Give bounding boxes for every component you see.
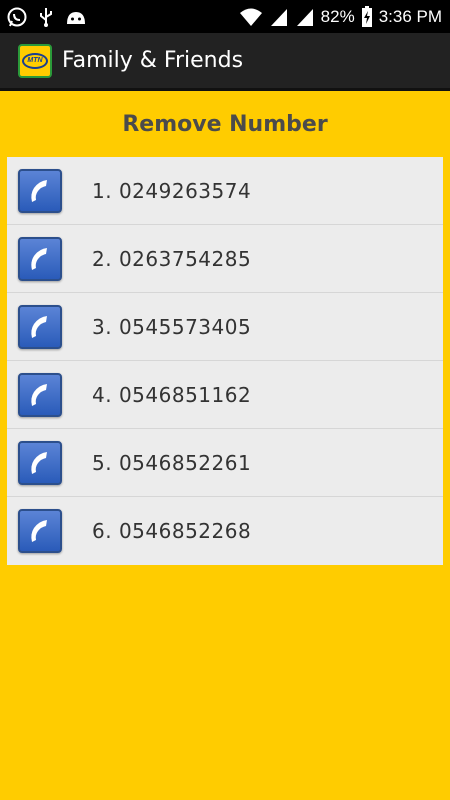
phone-icon xyxy=(18,509,62,553)
wifi-icon xyxy=(239,7,263,27)
usb-icon xyxy=(38,6,54,28)
page-heading: Remove Number xyxy=(122,112,328,137)
app-title: Family & Friends xyxy=(62,48,244,73)
android-icon xyxy=(64,8,88,26)
list-item[interactable]: 6. 0546852268 xyxy=(7,497,443,565)
list-item[interactable]: 2. 0263754285 xyxy=(7,225,443,293)
list-item[interactable]: 1. 0249263574 xyxy=(7,157,443,225)
list-item[interactable]: 3. 0545573405 xyxy=(7,293,443,361)
mtn-logo-text: MTN xyxy=(22,52,48,69)
number-list: 1. 0249263574 2. 0263754285 3. 054557340… xyxy=(7,157,443,565)
status-bar: 82% 3:36 PM xyxy=(0,0,450,33)
number-label: 5. 0546852261 xyxy=(92,450,252,475)
phone-icon xyxy=(18,372,62,417)
phone-icon xyxy=(18,440,62,485)
phone-icon xyxy=(18,236,62,281)
number-label: 3. 0545573405 xyxy=(92,314,252,339)
signal-icon xyxy=(295,7,315,27)
number-label: 1. 0249263574 xyxy=(92,178,252,203)
number-label: 4. 0546851162 xyxy=(92,382,252,407)
battery-percent: 82% xyxy=(320,6,355,26)
phone-icon xyxy=(18,168,62,213)
clock: 3:36 PM xyxy=(378,6,442,26)
number-label: 2. 0263754285 xyxy=(92,246,252,271)
list-item[interactable]: 5. 0546852261 xyxy=(7,429,443,497)
list-item[interactable]: 4. 0546851162 xyxy=(7,361,443,429)
signal-icon xyxy=(269,7,289,27)
battery-icon xyxy=(361,5,373,28)
number-label: 6. 0546852268 xyxy=(92,519,252,543)
phone-icon xyxy=(18,304,62,349)
whatsapp-icon xyxy=(6,6,28,28)
app-bar: MTN Family & Friends xyxy=(0,33,450,91)
mtn-logo[interactable]: MTN xyxy=(18,43,52,78)
